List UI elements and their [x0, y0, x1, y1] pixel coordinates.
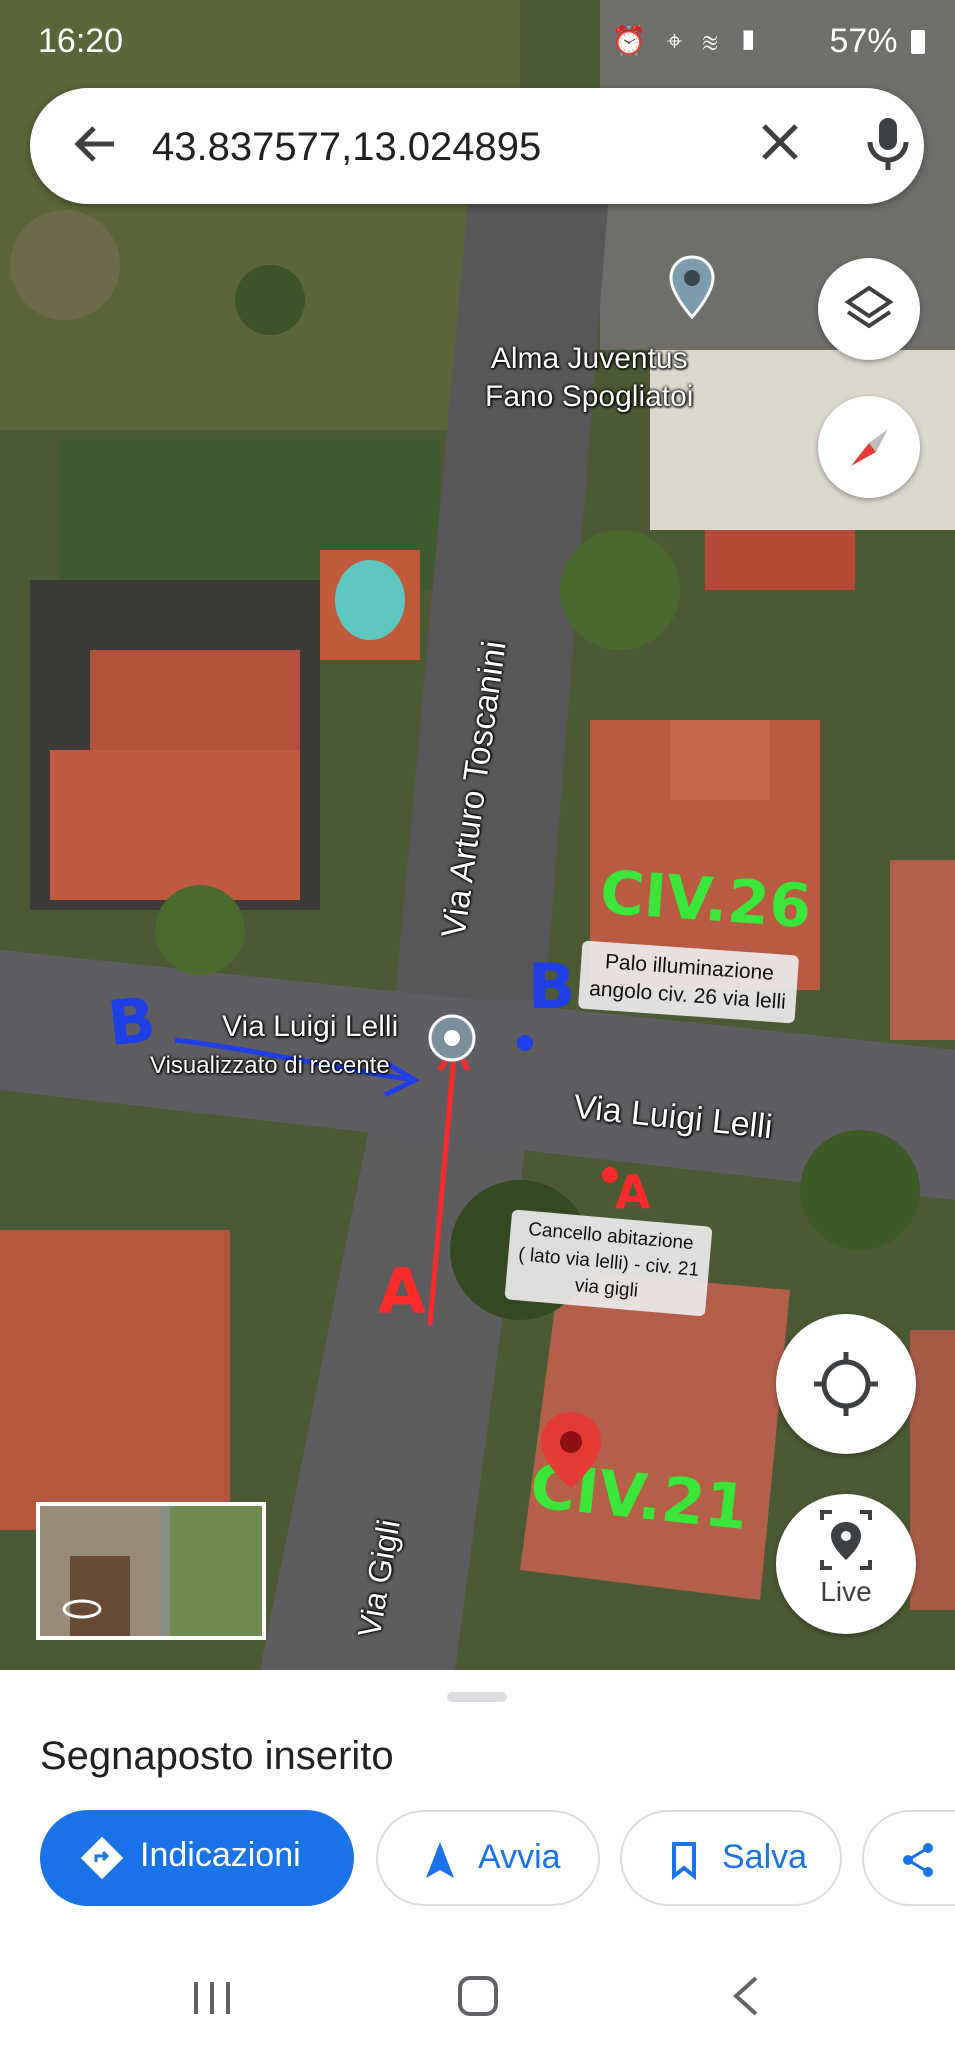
status-battery: 57% [829, 22, 925, 61]
place-pin-alma[interactable] [668, 255, 716, 319]
note-cancello: Cancello abitazione ( lato via lelli) - … [504, 1209, 713, 1317]
recent-place-sublabel: Visualizzato di recente [150, 1052, 390, 1079]
back-icon[interactable] [728, 1974, 764, 2018]
search-input[interactable] [150, 116, 714, 178]
share-button[interactable] [862, 1810, 955, 1906]
annotation-civ26: CIV.26 [597, 857, 814, 943]
dropped-pin[interactable] [538, 1410, 604, 1490]
place-label-alma-line2: Fano Spogliatoi [485, 380, 694, 413]
recent-place-pin[interactable] [426, 1012, 478, 1064]
sheet-drag-handle[interactable] [447, 1692, 507, 1702]
live-view-button[interactable]: Live [776, 1494, 916, 1634]
crosshair-icon [814, 1352, 878, 1416]
system-nav-bar [0, 1950, 955, 2048]
alarm-icon: ⏰ [611, 25, 653, 56]
360-rotate-icon [62, 1599, 102, 1619]
live-label: Live [820, 1576, 872, 1607]
status-icons: ⏰ ⌖ ≋ ▮ [612, 24, 765, 58]
start-label: Avvia [478, 1838, 561, 1876]
clear-icon[interactable] [750, 112, 810, 172]
directions-icon [80, 1836, 124, 1880]
battery-icon [911, 30, 925, 54]
wifi-icon: ≋ [702, 25, 724, 56]
street-view-thumbnail[interactable] [36, 1502, 266, 1640]
search-bar[interactable] [30, 88, 924, 204]
status-time: 16:20 [38, 22, 124, 60]
mic-icon[interactable] [860, 112, 916, 176]
bookmark-icon [672, 1842, 696, 1881]
compass-icon [851, 429, 888, 466]
annotation-b-right: B [528, 950, 576, 1023]
place-pin-icon [669, 255, 715, 319]
directions-label: Indicazioni [140, 1836, 301, 1874]
annotation-b-left: B [104, 982, 159, 1061]
annotation-a-right: A [615, 1165, 651, 1219]
annotation-a-left: A [378, 1255, 426, 1328]
save-button[interactable]: Salva [620, 1810, 842, 1906]
status-bar: 16:20 ⏰ ⌖ ≋ ▮ 57% [0, 0, 955, 80]
back-arrow-icon[interactable] [68, 116, 124, 172]
battery-percent: 57% [829, 22, 898, 60]
place-label-alma-line1: Alma Juventus [490, 342, 688, 375]
live-view-icon [820, 1510, 872, 1570]
recent-pin-icon [428, 1014, 476, 1062]
start-button[interactable]: Avvia [376, 1810, 600, 1906]
my-location-button[interactable] [776, 1314, 916, 1454]
layers-button[interactable] [818, 258, 920, 360]
signal-icon: ▮ [737, 25, 765, 56]
directions-button[interactable]: Indicazioni [40, 1810, 354, 1906]
recent-place-label[interactable]: Via Luigi Lelli [222, 1010, 398, 1044]
save-label: Salva [722, 1838, 808, 1876]
home-icon[interactable] [456, 1974, 500, 2018]
recent-apps-icon[interactable] [190, 1978, 234, 2018]
dropped-pin-icon [541, 1412, 601, 1488]
place-label-alma[interactable]: Alma Juventus Fano Spogliatoi [485, 340, 693, 416]
compass-button[interactable] [818, 396, 920, 498]
navigation-arrow-icon [426, 1842, 454, 1878]
layers-icon [844, 285, 894, 329]
share-icon [903, 1843, 933, 1877]
location-icon: ⌖ [666, 25, 689, 56]
sheet-title: Segnaposto inserito [40, 1734, 394, 1778]
